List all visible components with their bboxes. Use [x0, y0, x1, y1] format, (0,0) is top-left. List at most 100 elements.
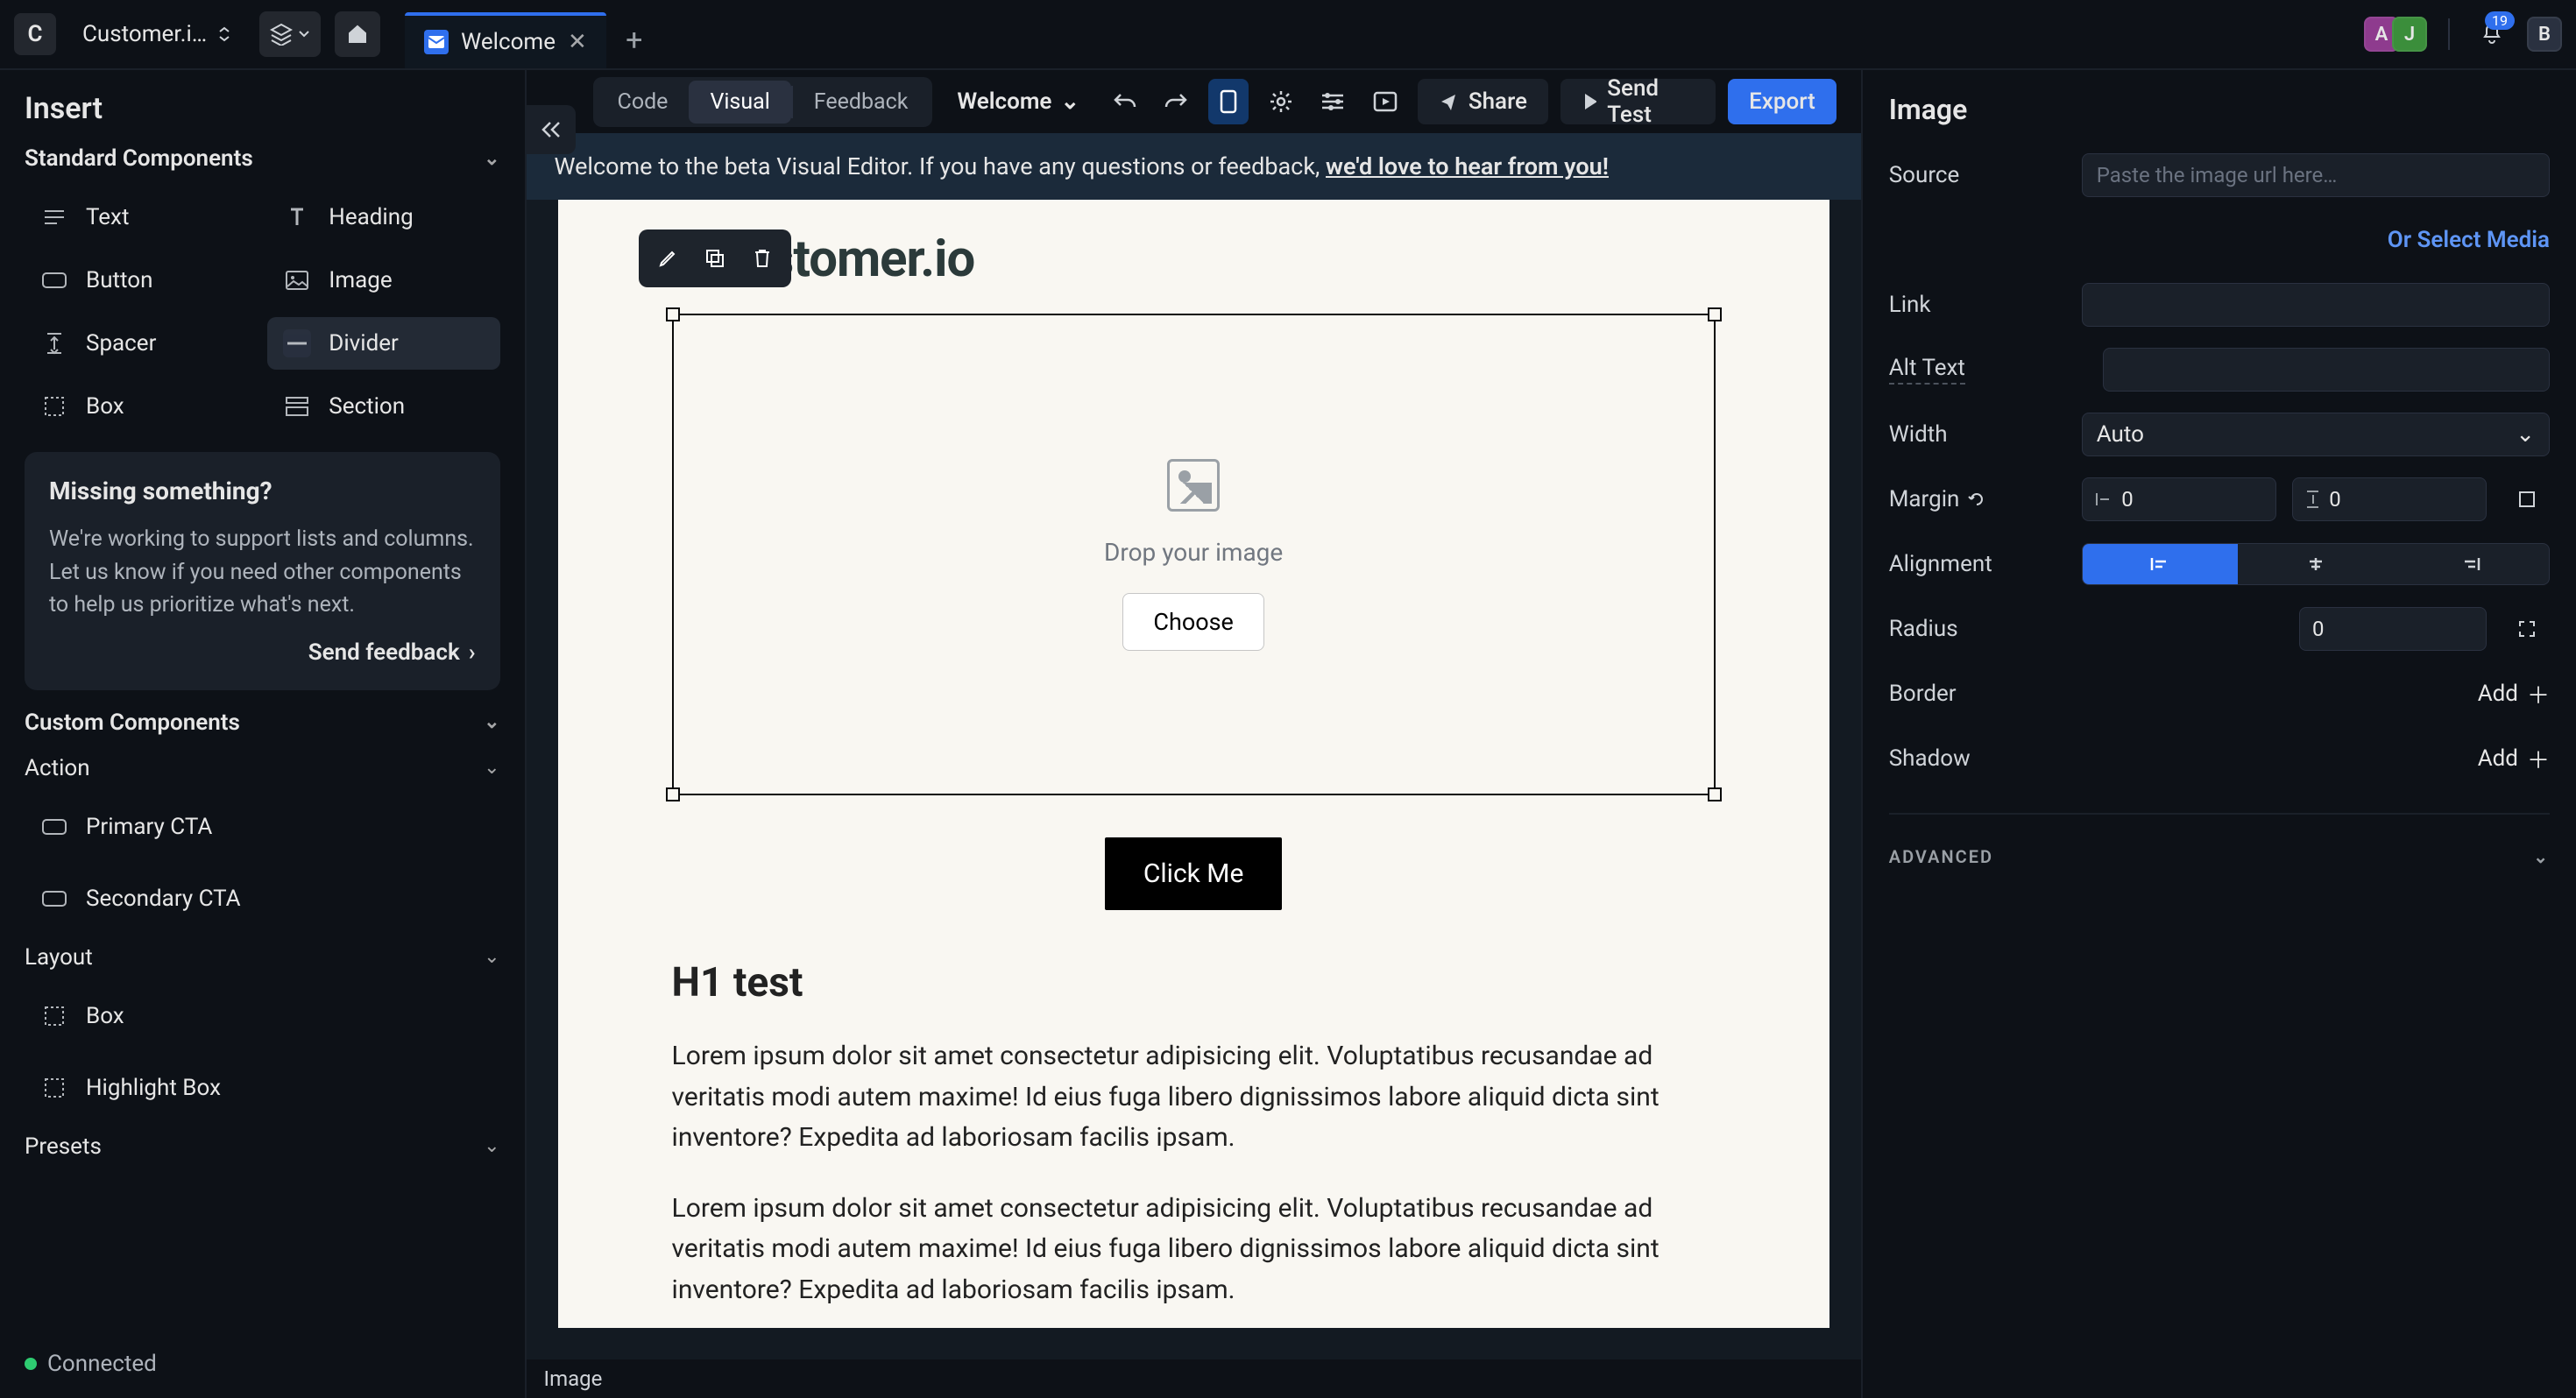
- properties-title: Image: [1889, 93, 2550, 126]
- margin-vertical-input[interactable]: [2292, 477, 2487, 521]
- banner-link[interactable]: we'd love to hear from you!: [1326, 152, 1609, 180]
- share-icon: [1439, 92, 1458, 111]
- layers-button[interactable]: [259, 11, 321, 57]
- export-button[interactable]: Export: [1728, 79, 1836, 124]
- beta-banner: Welcome to the beta Visual Editor. If yo…: [527, 133, 1861, 200]
- cta-block[interactable]: Click Me: [1105, 837, 1283, 910]
- edit-button[interactable]: [646, 237, 690, 280]
- resize-handle-br[interactable]: [1708, 787, 1722, 801]
- radius-input[interactable]: [2299, 607, 2487, 651]
- home-button[interactable]: [335, 11, 380, 57]
- margin-expand-button[interactable]: [2504, 477, 2550, 522]
- custom-components-header[interactable]: Custom Components⌄: [25, 710, 500, 736]
- delete-button[interactable]: [740, 237, 784, 280]
- redo-button[interactable]: [1157, 79, 1197, 124]
- layout-header[interactable]: Layout⌄: [25, 944, 500, 971]
- standard-components-header[interactable]: Standard Components⌄: [25, 145, 500, 172]
- preview-button[interactable]: [1365, 79, 1405, 124]
- resize-handle-bl[interactable]: [666, 787, 680, 801]
- tab-welcome[interactable]: Welcome ✕: [405, 12, 606, 68]
- email-canvas[interactable]: stomer.io Drop your image Choose Click M…: [558, 200, 1829, 1328]
- center-area: Code Visual Feedback Welcome ⌄ Share: [527, 70, 1861, 1398]
- align-right-button[interactable]: [2394, 544, 2549, 584]
- custom-secondary-cta[interactable]: Secondary CTA: [25, 872, 500, 925]
- align-center-button[interactable]: [2238, 544, 2393, 584]
- presets-header[interactable]: Presets⌄: [25, 1133, 500, 1160]
- component-section[interactable]: Section: [267, 380, 499, 433]
- add-shadow-button[interactable]: Add＋: [2478, 743, 2550, 775]
- device-button[interactable]: [1208, 79, 1249, 124]
- duplicate-button[interactable]: [693, 237, 737, 280]
- sliders-button[interactable]: [1313, 79, 1354, 124]
- align-left-button[interactable]: [2083, 544, 2238, 584]
- radius-label: Radius: [1889, 616, 2064, 642]
- heading-icon: [283, 203, 311, 231]
- visual-tab[interactable]: Visual: [689, 81, 790, 124]
- link-label: Link: [1889, 292, 2064, 318]
- status-dot-icon: [25, 1358, 37, 1370]
- selected-image-block[interactable]: Drop your image Choose: [672, 314, 1716, 795]
- chevron-right-icon: ›: [469, 639, 476, 666]
- layout-highlight-box[interactable]: Highlight Box: [25, 1062, 500, 1114]
- chevron-down-icon: ⌄: [484, 711, 499, 733]
- avatar-current-user[interactable]: B: [2527, 17, 2562, 52]
- component-text[interactable]: Text: [25, 191, 257, 244]
- button-icon: [40, 885, 68, 913]
- play-box-icon: [1373, 91, 1398, 112]
- resize-handle-tl[interactable]: [666, 307, 680, 321]
- action-header[interactable]: Action⌄: [25, 755, 500, 781]
- collapse-left-button[interactable]: [527, 105, 576, 154]
- chevron-down-icon: ⌄: [1060, 88, 1079, 115]
- link-input[interactable]: [2082, 283, 2550, 327]
- project-switcher[interactable]: Customer.i…: [70, 16, 245, 53]
- advanced-section-header[interactable]: ADVANCED ⌄: [1889, 846, 2550, 867]
- send-test-button[interactable]: Send Test: [1560, 79, 1716, 124]
- component-box[interactable]: Box: [25, 380, 257, 433]
- chevron-down-icon: ⌄: [484, 946, 499, 968]
- margin-horizontal-input[interactable]: [2082, 477, 2276, 521]
- add-tab-button[interactable]: +: [606, 12, 662, 68]
- settings-button[interactable]: [1261, 79, 1301, 124]
- add-border-button[interactable]: Add＋: [2478, 678, 2550, 710]
- choose-image-button[interactable]: Choose: [1122, 593, 1264, 651]
- corners-icon: [2516, 618, 2537, 639]
- code-tab[interactable]: Code: [597, 81, 690, 124]
- notifications-button[interactable]: 19: [2471, 13, 2513, 55]
- source-input[interactable]: [2082, 153, 2550, 197]
- select-media-link[interactable]: Or Select Media: [2388, 227, 2550, 253]
- custom-primary-cta[interactable]: Primary CTA: [25, 801, 500, 853]
- send-feedback-link[interactable]: Send feedback ›: [308, 639, 476, 666]
- h1-block[interactable]: H1 test: [672, 959, 1716, 1006]
- width-label: Width: [1889, 421, 2064, 448]
- layers-icon: [270, 23, 293, 46]
- feedback-tab[interactable]: Feedback: [793, 81, 930, 124]
- alt-text-label: Alt Text: [1889, 355, 1965, 385]
- component-button[interactable]: Button: [25, 254, 257, 307]
- alt-text-input[interactable]: [2103, 348, 2550, 392]
- share-button[interactable]: Share: [1418, 79, 1548, 124]
- component-image[interactable]: Image: [267, 254, 499, 307]
- chevron-down-icon: ⌄: [484, 757, 499, 779]
- tab-close-button[interactable]: ✕: [568, 29, 587, 55]
- component-heading[interactable]: Heading: [267, 191, 499, 244]
- paragraph-1[interactable]: Lorem ipsum dolor sit amet consectetur a…: [672, 1036, 1716, 1159]
- plus-icon: ＋: [2527, 743, 2550, 775]
- component-divider[interactable]: Divider: [267, 317, 499, 370]
- copy-icon: [704, 248, 725, 269]
- width-select[interactable]: Auto⌄: [2082, 413, 2550, 456]
- radius-expand-button[interactable]: [2504, 606, 2550, 652]
- properties-divider: [1889, 813, 2550, 815]
- home-icon: [346, 23, 369, 46]
- align-right-icon: [2461, 556, 2480, 572]
- alignment-label: Alignment: [1889, 551, 2064, 577]
- document-title-dropdown[interactable]: Welcome ⌄: [957, 88, 1079, 115]
- avatar-j[interactable]: J: [2392, 17, 2427, 52]
- source-label: Source: [1889, 162, 2064, 188]
- layout-box[interactable]: Box: [25, 990, 500, 1042]
- chevron-down-icon: ⌄: [484, 1135, 499, 1157]
- paragraph-2[interactable]: Lorem ipsum dolor sit amet consectetur a…: [672, 1189, 1716, 1311]
- resize-handle-tr[interactable]: [1708, 307, 1722, 321]
- reset-icon[interactable]: [1968, 491, 1985, 508]
- undo-button[interactable]: [1104, 79, 1144, 124]
- component-spacer[interactable]: Spacer: [25, 317, 257, 370]
